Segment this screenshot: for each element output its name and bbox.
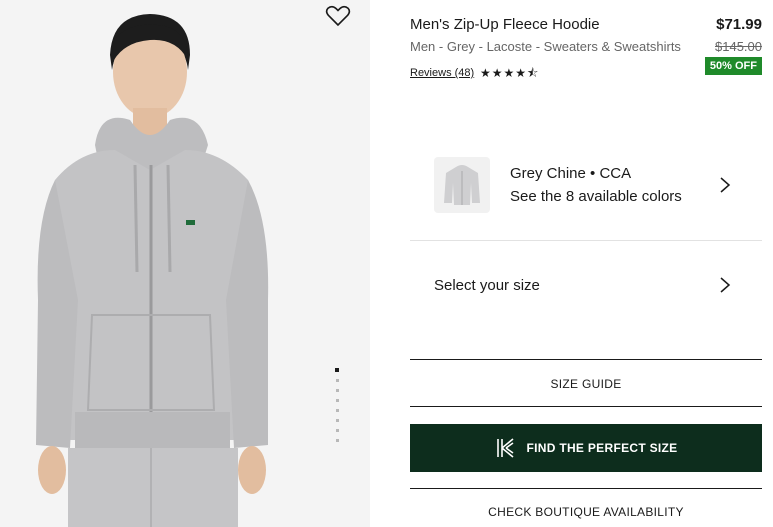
color-count-label: See the 8 available colors: [510, 188, 682, 205]
gallery-dot[interactable]: [336, 419, 339, 422]
size-select-label: Select your size: [434, 277, 540, 294]
hoodie-thumbnail-icon: [444, 165, 480, 205]
gallery-dot[interactable]: [336, 439, 339, 442]
find-perfect-size-label: FIND THE PERFECT SIZE: [526, 441, 678, 455]
rating-stars: ★★★★⯪: [480, 66, 540, 80]
find-perfect-size-button[interactable]: FIND THE PERFECT SIZE: [410, 424, 762, 472]
title-row: Men's Zip-Up Fleece Hoodie $71.99: [410, 16, 762, 36]
gallery-dot[interactable]: [335, 368, 339, 372]
check-boutique-availability-button[interactable]: CHECK BOUTIQUE AVAILABILITY: [410, 488, 762, 527]
product-price: $71.99: [716, 16, 762, 33]
reviews-link[interactable]: Reviews (48): [410, 67, 474, 79]
chevron-right-icon: [720, 177, 731, 193]
product-breadcrumb: Men - Grey - Lacoste - Sweaters & Sweats…: [410, 39, 681, 54]
gallery-dot[interactable]: [336, 389, 339, 392]
color-thumbnail: [434, 157, 490, 213]
product-image-gallery[interactable]: [0, 0, 370, 527]
gallery-dot[interactable]: [336, 429, 339, 432]
gallery-pagination: [335, 368, 341, 442]
heart-icon: [325, 5, 351, 27]
kiwi-size-logo-icon: [496, 438, 514, 458]
gallery-dot[interactable]: [336, 409, 339, 412]
original-price: $145.00: [715, 39, 762, 54]
color-selector[interactable]: Grey Chine • CCA See the 8 available col…: [410, 145, 762, 241]
product-title: Men's Zip-Up Fleece Hoodie: [410, 16, 600, 33]
gallery-dot[interactable]: [336, 399, 339, 402]
color-name: Grey Chine • CCA: [510, 165, 632, 182]
product-photo: [0, 0, 370, 527]
gallery-dot[interactable]: [336, 379, 339, 382]
size-guide-button[interactable]: SIZE GUIDE: [410, 361, 762, 407]
wishlist-heart-icon[interactable]: [325, 5, 351, 27]
chevron-right-icon: [720, 277, 731, 293]
size-selector[interactable]: Select your size: [410, 242, 762, 360]
discount-badge: 50% OFF: [704, 57, 762, 75]
